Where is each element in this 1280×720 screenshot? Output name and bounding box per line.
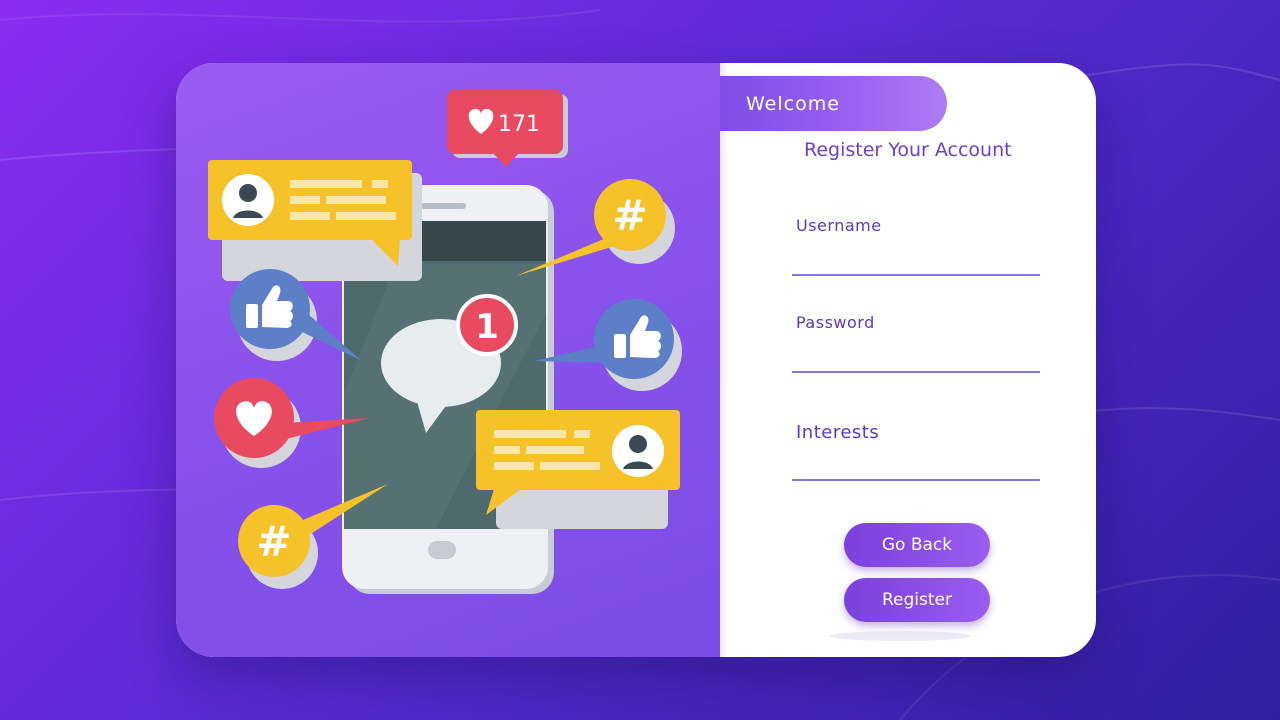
interests-label: Interests [796,422,880,443]
svg-text:#: # [256,517,291,566]
username-field[interactable] [792,274,1040,276]
thumbs-up-icon [534,299,682,391]
button-shadow [830,631,970,641]
register-button[interactable]: Register [844,578,990,622]
svg-text:#: # [612,191,647,240]
profile-card-top [208,160,422,281]
password-label: Password [796,313,875,332]
registration-form: Welcome Register Your Account Username P… [720,63,1096,657]
profile-card-bottom [476,410,680,529]
registration-card: 1 171 # # Welcome Register Your Account … [176,63,1096,657]
notification-badge: 1 [456,294,518,356]
form-title: Register Your Account [804,139,1012,161]
likes-count: 171 [498,112,540,137]
likes-badge: 171 [447,90,568,167]
notification-count: 1 [475,307,499,347]
go-back-button[interactable]: Go Back [844,523,990,567]
interests-field[interactable] [792,479,1040,481]
social-media-illustration: 1 171 # # [208,90,682,594]
username-label: Username [796,216,882,235]
password-field[interactable] [792,371,1040,373]
illustration-panel: 1 171 # # [176,63,720,657]
welcome-tab: Welcome [720,76,947,131]
